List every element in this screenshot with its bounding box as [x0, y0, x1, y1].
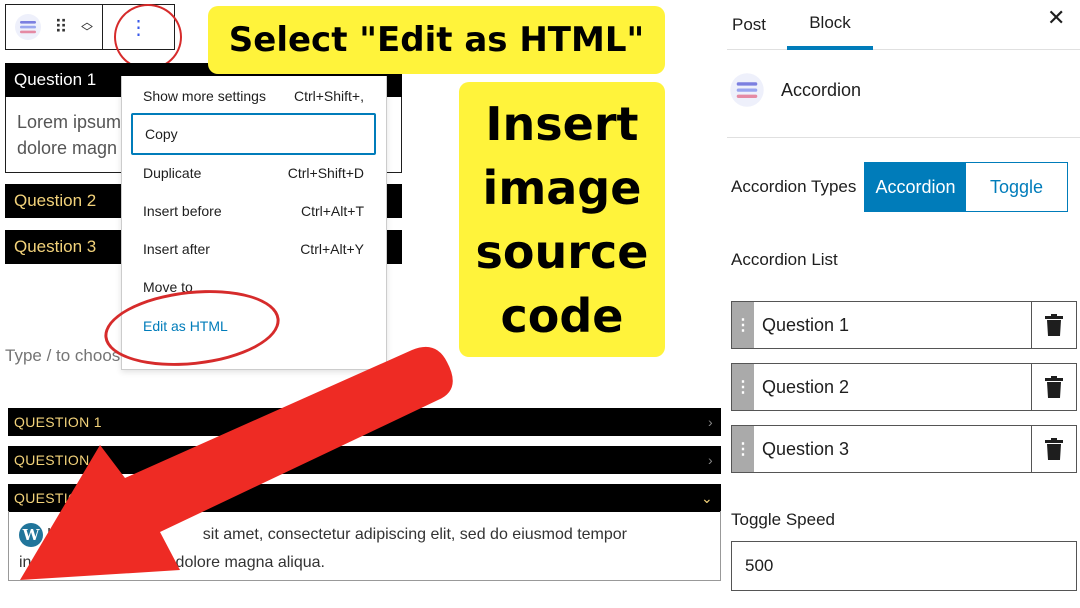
wordpress-logo-icon: W: [19, 522, 43, 547]
callout-line: image: [482, 160, 642, 215]
callout-line: source: [475, 224, 649, 279]
block-card: Accordion: [727, 50, 1080, 138]
preview-question-title: QUESTION 3: [14, 490, 102, 506]
menu-item-label: Insert before: [143, 203, 222, 219]
editor-question-3-title: Question 3: [14, 237, 97, 256]
menu-item-label: Show more settings: [143, 88, 266, 104]
close-icon[interactable]: ✕: [1047, 5, 1065, 31]
trash-icon[interactable]: [1032, 302, 1076, 348]
preview-question-3[interactable]: QUESTION 3 ⌄: [8, 484, 721, 512]
drag-handle-icon[interactable]: ⋮: [732, 426, 754, 472]
callout-line: Insert: [485, 96, 639, 151]
toggle-speed-input[interactable]: 500: [731, 541, 1077, 591]
annotation-circle: [114, 4, 182, 70]
menu-item-insert-before[interactable]: Insert before Ctrl+Alt+T: [131, 192, 376, 230]
accordion-types-label: Accordion Types: [731, 177, 857, 196]
tab-post[interactable]: Post: [727, 0, 771, 50]
block-inserter-placeholder[interactable]: Type / to choos: [5, 346, 120, 366]
move-block: ︿ ﹀: [72, 5, 102, 49]
callout-select-edit-html: Select "Edit as HTML": [208, 6, 665, 74]
menu-item-shortcut: Ctrl+Shift+,: [293, 88, 364, 104]
preview-body-line-1: W Lo sit amet, consectetur adipiscing elit…: [19, 521, 710, 549]
preview-text: Lo: [47, 526, 65, 543]
accordion-icon: [729, 72, 765, 113]
trash-icon[interactable]: [1032, 426, 1076, 472]
menu-item-show-more-settings[interactable]: Show more settings Ctrl+Shift+,: [131, 77, 376, 115]
list-item-name[interactable]: Question 2: [754, 364, 1032, 410]
chevron-down-icon: ⌄: [700, 489, 713, 506]
list-item-name[interactable]: Question 3: [754, 426, 1032, 472]
chevron-right-icon: ›: [708, 452, 713, 468]
preview-question-title: QUESTION 2: [14, 452, 102, 468]
callout-insert-image: Insert image source code: [459, 82, 665, 357]
drag-handle-icon[interactable]: ⋮: [732, 302, 754, 348]
trash-icon[interactable]: [1032, 364, 1076, 410]
move-down-icon[interactable]: ﹀: [81, 26, 93, 38]
menu-item-duplicate[interactable]: Duplicate Ctrl+Shift+D: [131, 154, 376, 192]
accordion-list-item: ⋮ Question 3: [731, 425, 1077, 473]
accordion-list-label: Accordion List: [731, 250, 838, 269]
chevron-right-icon: ›: [708, 414, 713, 430]
preview-question-title: QUESTION 1: [14, 414, 102, 430]
accordion-list-item: ⋮ Question 2: [731, 363, 1077, 411]
menu-item-shortcut: Ctrl+Shift+D: [287, 165, 364, 181]
menu-item-label: Copy: [145, 126, 178, 142]
toggle-speed-label: Toggle Speed: [731, 510, 835, 529]
menu-item-label: Duplicate: [143, 165, 202, 181]
type-accordion-button[interactable]: Accordion: [865, 163, 966, 211]
drag-handle-icon[interactable]: ⋮: [732, 364, 754, 410]
accordion-icon[interactable]: [6, 5, 50, 49]
tab-block[interactable]: Block: [787, 0, 873, 50]
drag-handle-icon[interactable]: ⠿: [50, 5, 72, 49]
editor-question-2-title: Question 2: [14, 191, 97, 210]
editor-question-1-title: Question 1: [14, 70, 97, 89]
callout-lines: Insert image source code: [476, 92, 649, 348]
menu-item-copy[interactable]: Copy: [131, 113, 376, 155]
type-toggle-button[interactable]: Toggle: [966, 163, 1067, 211]
list-item-name[interactable]: Question 1: [754, 302, 1032, 348]
sidebar-tabs: Post Block ✕: [727, 0, 1080, 50]
settings-sidebar: Post Block ✕ Accordion Accordion Types A…: [727, 0, 1080, 608]
accordion-list-item: ⋮ Question 1: [731, 301, 1077, 349]
menu-item-insert-after[interactable]: Insert after Ctrl+Alt+Y: [131, 230, 376, 268]
menu-item-shortcut: Ctrl+Alt+Y: [300, 241, 364, 257]
block-title: Accordion: [781, 80, 862, 100]
preview-question-3-body: W Lo sit amet, consectetur adipiscing elit…: [8, 511, 721, 581]
menu-item-label: Insert after: [143, 241, 210, 257]
preview-question-1[interactable]: QUESTION 1 ›: [8, 408, 721, 436]
preview-text: sit amet, consectetur adipiscing elit, s…: [202, 526, 628, 543]
callout-line: code: [500, 288, 624, 343]
accordion-type-toggle: Accordion Toggle: [864, 162, 1068, 212]
menu-item-shortcut: Ctrl+Alt+T: [300, 203, 364, 219]
preview-question-2[interactable]: QUESTION 2 ›: [8, 446, 721, 474]
preview-body-line-2: incididunt ut labore et dolore magna ali…: [19, 554, 325, 571]
callout-text: Select "Edit as HTML": [228, 20, 645, 60]
